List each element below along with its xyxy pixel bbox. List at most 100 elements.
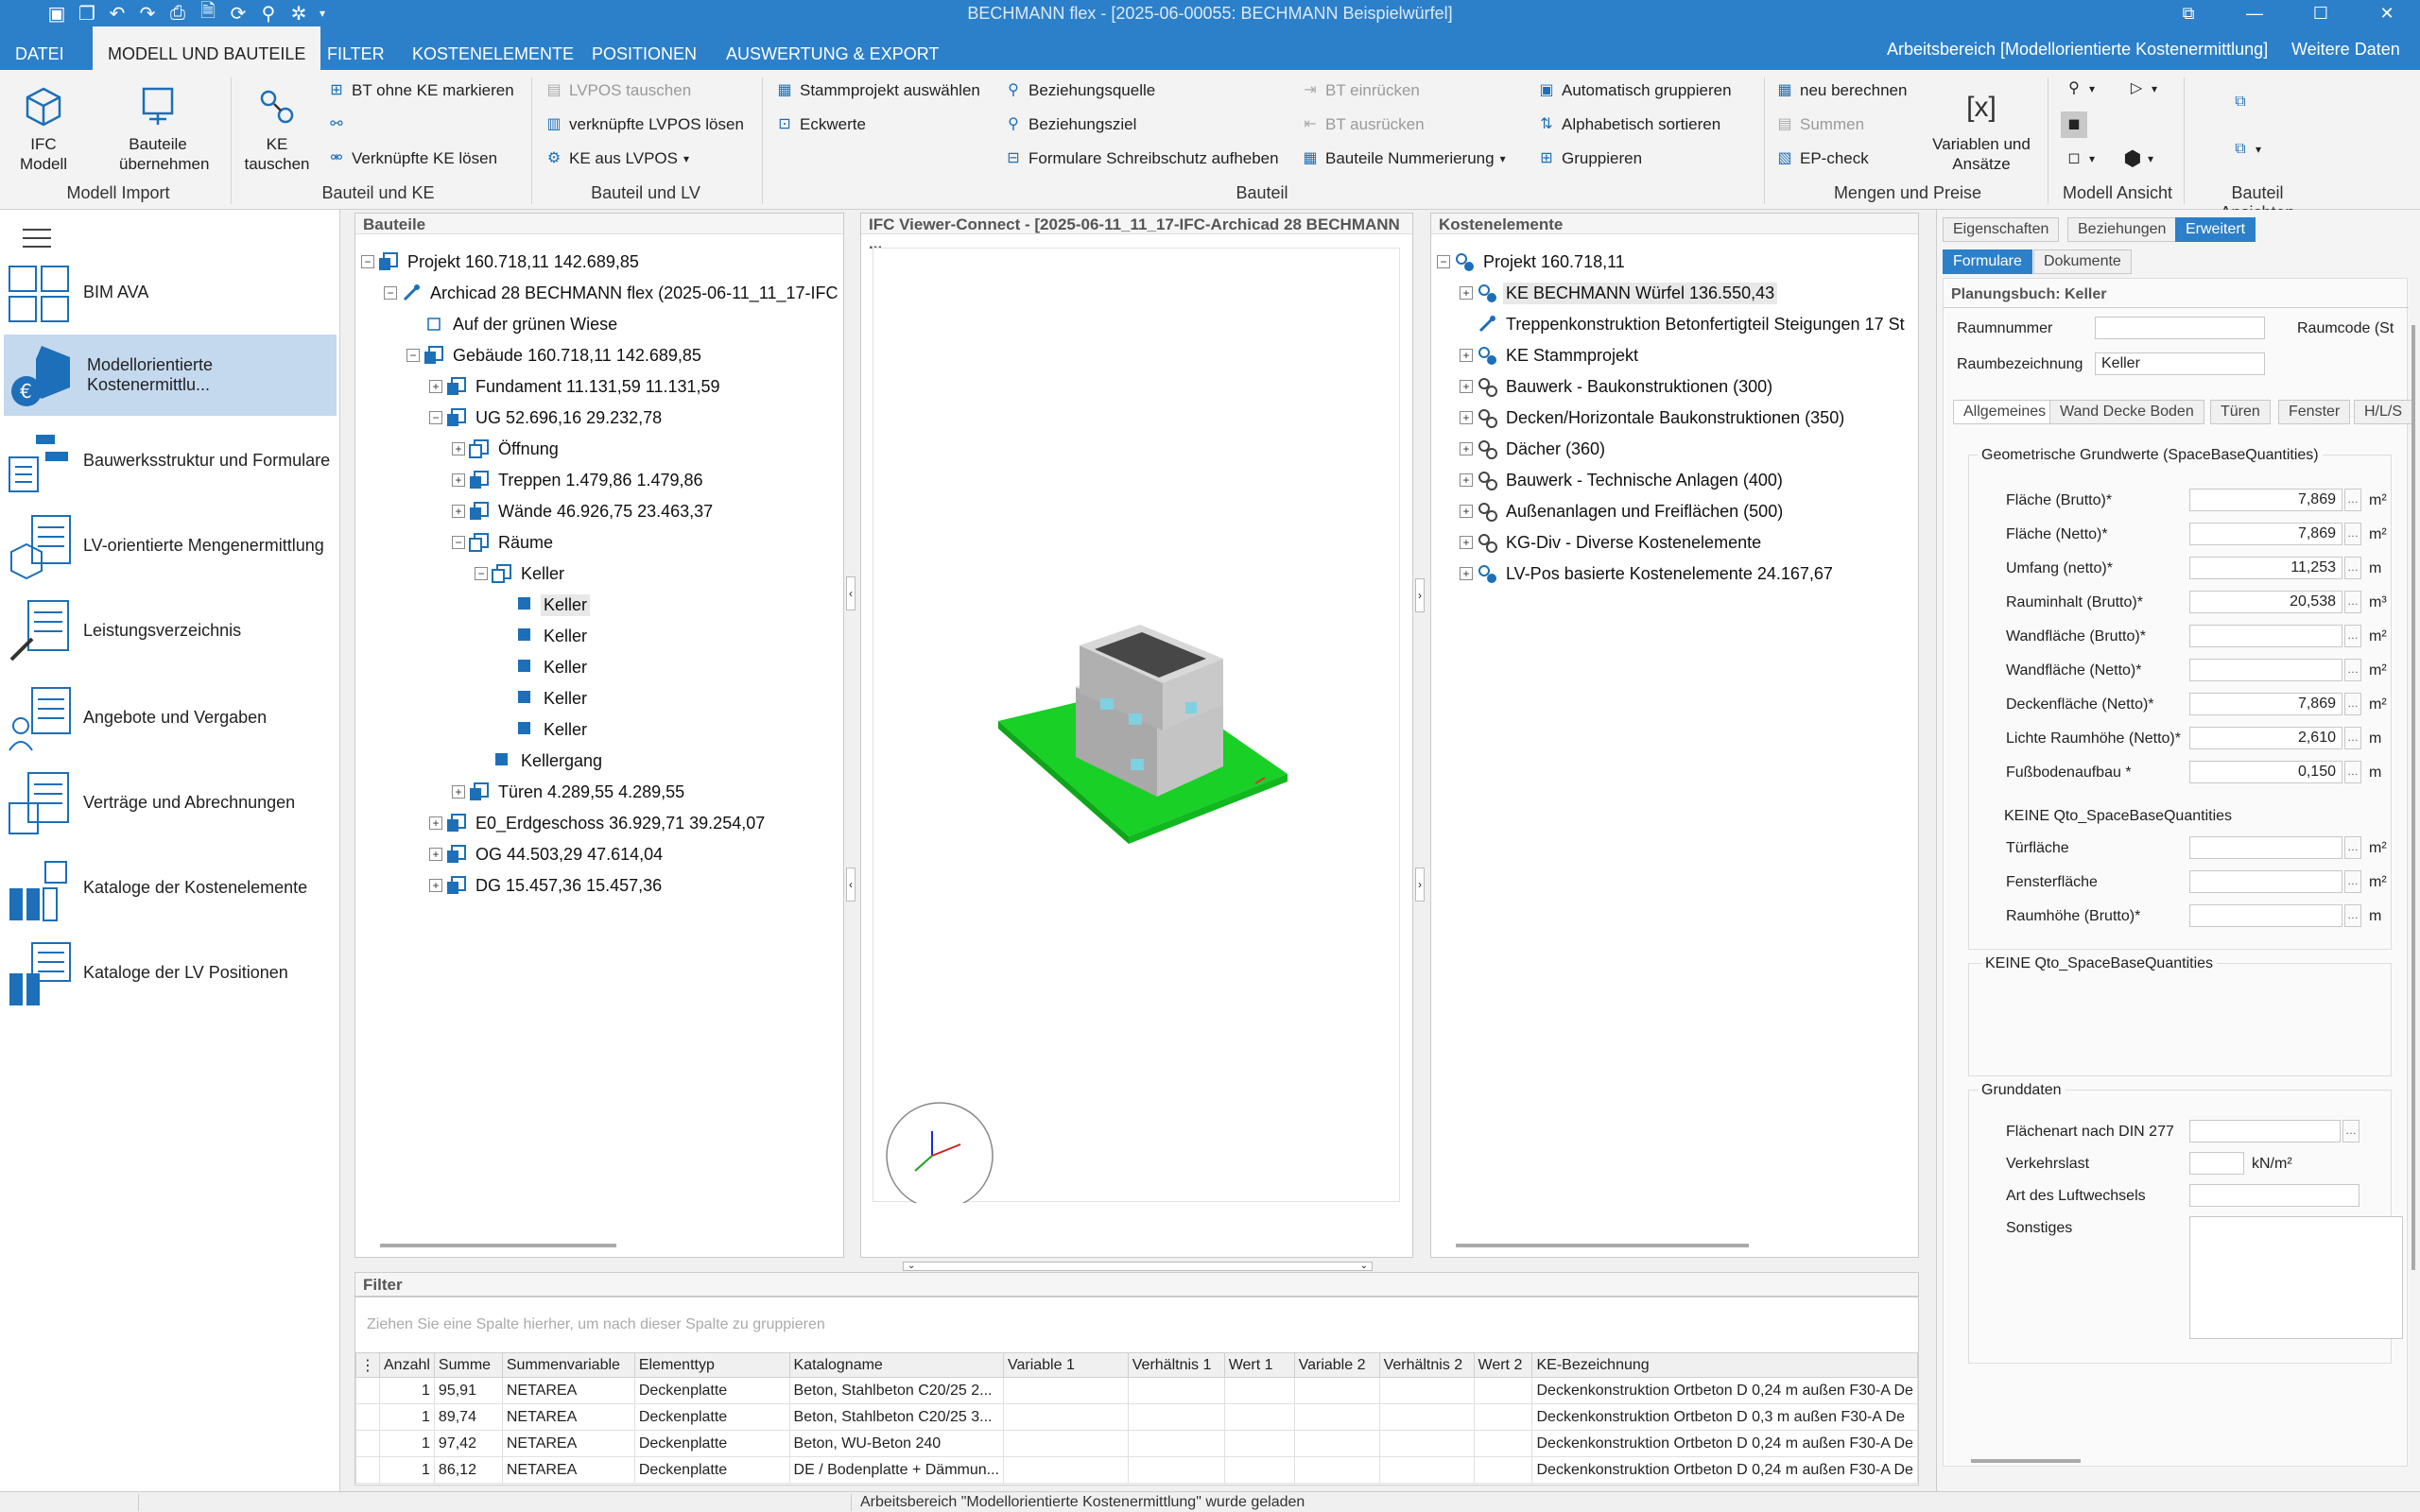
bauteile-tree-node[interactable]: + OG 44.503,29 47.614,04 [429,840,666,868]
column-header[interactable]: Wert 2 [1473,1352,1533,1378]
expand-toggle-icon[interactable]: + [429,380,442,393]
field-input[interactable] [2189,904,2342,927]
raumbezeichnung-input[interactable]: Keller [2095,352,2265,375]
table-row[interactable]: 1 89,74 NETAREA Deckenplatte Beton, Stahlbet… [355,1403,1918,1431]
wire-cube-button[interactable]: ◻ ▾ [2065,149,2095,168]
minimize-button[interactable]: — [2221,0,2288,26]
expand-toggle-icon[interactable]: + [452,505,465,518]
tab-datei[interactable]: DATEI [0,26,79,70]
verkehrslast-input[interactable] [2189,1152,2244,1175]
field-picker[interactable]: … [2344,870,2361,893]
ke-tauschen-button[interactable]: KE tauschen [238,85,316,174]
ke-tree-node[interactable]: + Außenanlagen und Freiflächen (500) [1460,497,1786,525]
table-row[interactable]: 1 95,91 NETAREA Deckenplatte Beton, Stahlbet… [355,1377,1918,1404]
props-hscrollbar[interactable] [1971,1459,2081,1463]
field-picker[interactable]: … [2344,591,2361,613]
bauteile-tree-node[interactable]: Keller [497,653,590,681]
column-header[interactable]: Summenvariable [501,1352,635,1378]
column-header[interactable]: Variable 2 [1293,1352,1380,1378]
tab-filter[interactable]: FILTER [312,26,400,70]
tab-eigenschaften[interactable]: Eigenschaften [1943,217,2060,242]
bauteile-tree-node[interactable]: − Projekt 160.718,11 142.689,85 [361,248,642,276]
right-collapse-handle-2[interactable]: › [1415,868,1425,902]
viewer-canvas[interactable] [873,248,1400,1210]
luftwechsel-input[interactable] [2189,1184,2360,1207]
expand-toggle-icon[interactable]: + [1460,286,1473,300]
field-input[interactable]: 7,869 [2189,693,2342,715]
expand-toggle-icon[interactable]: + [1460,536,1473,549]
ke-tree-node[interactable]: + Bauwerk - Technische Anlagen (400) [1460,466,1786,494]
field-input[interactable] [2189,836,2342,859]
bauteile-tree-node[interactable]: − UG 52.696,16 29.232,78 [429,404,665,432]
expand-toggle-icon[interactable]: + [429,816,442,830]
bauteile-tree-node[interactable]: + E0_Erdgeschoss 36.929,71 39.254,07 [429,809,768,837]
gruppieren-button[interactable]: ⊞ Gruppieren [1537,149,1642,168]
bauteile-tree-node[interactable]: Kellergang [475,747,605,775]
flaechenart-input[interactable] [2189,1120,2341,1143]
weitere-daten-link[interactable]: Weitere Daten [2291,40,2400,60]
nav-bauwerksstruktur-formulare[interactable]: Bauwerksstruktur und Formulare [0,420,337,501]
ifc-model-button[interactable]: IFC Modell [8,85,79,174]
bauteile-tree-node[interactable]: Keller [497,715,590,744]
column-header[interactable]: Variable 1 [1002,1352,1129,1378]
stammprojekt-button[interactable]: ▦ Stammprojekt auswählen [775,81,979,100]
bauteile-hscrollbar[interactable] [380,1244,616,1247]
column-header[interactable]: Summe [433,1352,503,1378]
bauteile-tree-node[interactable]: Keller [497,591,591,619]
column-header[interactable]: Verhältnis 1 [1127,1352,1225,1378]
column-header[interactable]: Wert 1 [1223,1352,1295,1378]
expand-toggle-icon[interactable]: − [406,349,420,362]
left-collapse-handle-2[interactable]: ‹ [846,868,856,902]
expand-toggle-icon[interactable]: + [452,473,465,487]
cattab-3[interactable]: Fenster [2278,400,2351,424]
props-vscrollbar[interactable] [2411,325,2415,1270]
row-selector[interactable] [355,1430,380,1457]
cattab-4[interactable]: H/L/S [2354,400,2413,424]
expand-toggle-icon[interactable]: + [452,785,465,799]
tab-beziehungen[interactable]: Beziehungen [2067,217,2177,242]
sonstiges-textarea[interactable] [2189,1216,2403,1339]
bauteile-tree-node[interactable]: + Öffnung [452,435,562,463]
variablen-ansaetze-button[interactable]: [x] Variablen und Ansätze [1925,85,2038,174]
expand-toggle-icon[interactable]: + [1460,473,1473,487]
ke-aus-lvpos-button[interactable]: ⚙ KE aus LVPOS ▾ [544,149,689,168]
column-header[interactable]: KE-Bezeichnung [1531,1352,1918,1378]
field-picker[interactable]: … [2344,523,2361,545]
cattab-1[interactable]: Wand Decke Boden [2049,400,2204,424]
field-input[interactable]: 20,538 [2189,591,2342,613]
tab-kostenelemente[interactable]: KOSTENELEMENTE [397,26,589,70]
nav-leistungsverzeichnis[interactable]: Leistungsverzeichnis [0,590,337,671]
field-picker[interactable]: … [2344,761,2361,783]
row-selector[interactable] [355,1377,380,1404]
ke-tree-node[interactable]: + Decken/Horizontale Baukonstruktionen (3… [1460,404,1847,432]
hamburger-menu-icon[interactable] [23,229,51,248]
field-picker[interactable]: … [2344,727,2361,749]
ke-tree-node[interactable]: + KE Stammprojekt [1460,341,1641,369]
maximize-button[interactable]: ☐ [2288,0,2354,26]
field-picker[interactable]: … [2344,836,2361,859]
bt-ohne-ke-button[interactable]: ⊞ BT ohne KE markieren [327,81,513,100]
bauteile-tree-node[interactable]: + Fundament 11.131,59 11.131,59 [429,372,723,401]
component-view-button[interactable]: ⧉ [2231,93,2250,112]
column-header[interactable]: Katalogname [788,1352,1004,1378]
right-collapse-handle[interactable]: › [1415,578,1425,612]
expand-toggle-icon[interactable]: − [475,567,488,580]
ke-tree-node[interactable]: − Projekt 160.718,11 [1437,248,1628,276]
expand-toggle-icon[interactable]: + [452,442,465,455]
flaechenart-picker[interactable]: … [2342,1120,2360,1143]
raumnummer-input[interactable] [2095,317,2265,339]
ke-tree-node[interactable]: + Dächer (360) [1460,435,1608,463]
bauteile-tree-node[interactable]: + Wände 46.926,75 23.463,37 [452,497,716,525]
expand-toggle-icon[interactable]: + [429,879,442,892]
field-picker[interactable]: … [2344,557,2361,579]
cattab-0[interactable]: Allgemeines [1953,400,2057,424]
neu-berechnen-button[interactable]: ▦ neu berechnen [1775,81,1907,100]
row-selector[interactable] [355,1456,380,1484]
nav-kataloge-kostenelemente[interactable]: Kataloge der Kostenelemente [0,847,337,928]
column-header[interactable]: Verhältnis 2 [1378,1352,1475,1378]
bauteile-tree-node[interactable]: Keller [497,684,590,713]
table-row[interactable]: 1 86,12 NETAREA Deckenplatte DE / Bodenplatt… [355,1456,1918,1484]
field-input[interactable] [2189,659,2342,681]
alpha-sortieren-button[interactable]: ⇅ Alphabetisch sortieren [1537,115,1720,134]
bauteile-tree-node[interactable]: − Gebäude 160.718,11 142.689,85 [406,341,704,369]
